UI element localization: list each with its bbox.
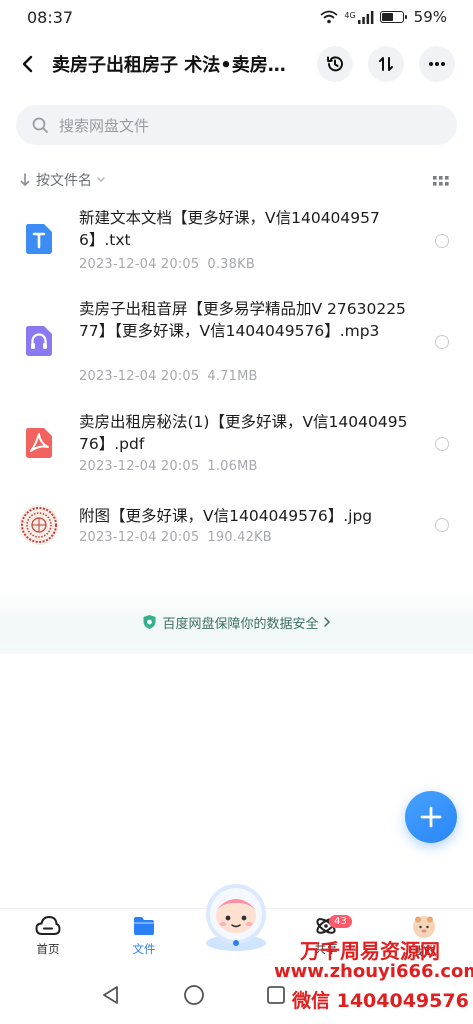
system-home-icon[interactable] — [183, 984, 205, 1006]
battery-percent: 59% — [413, 8, 447, 26]
status-icons: 4G 59% — [320, 8, 447, 26]
file-name: 附图【更多好课，V信1404049576】.jpg — [79, 507, 373, 525]
home-cloud-icon — [35, 915, 61, 935]
add-button[interactable] — [405, 791, 457, 843]
arrow-down-icon — [20, 173, 30, 186]
file-date: 2023-12-04 20:05 — [79, 530, 200, 545]
shield-icon — [143, 615, 156, 629]
chevron-left-icon — [22, 55, 33, 73]
nav-home[interactable]: 首页 — [18, 915, 78, 957]
select-radio[interactable] — [435, 518, 449, 532]
grid-view-button[interactable] — [433, 172, 449, 191]
pdf-file-icon — [26, 428, 52, 458]
select-radio[interactable] — [435, 335, 449, 349]
mascot-astronaut-icon[interactable] — [195, 880, 277, 954]
chevron-down-icon — [97, 177, 105, 183]
file-date: 2023-12-04 20:05 — [79, 257, 200, 272]
sort-by-name-button[interactable]: 按文件名 — [20, 170, 106, 190]
swap-vertical-icon — [379, 57, 393, 71]
file-item-audio[interactable]: 卖房子出租音屏【更多易学精品加V 2763022577】【更多好课，V信1404… — [0, 295, 473, 390]
file-size: 1.06MB — [207, 459, 258, 474]
file-date: 2023-12-04 20:05 — [79, 459, 200, 474]
grid-icon — [433, 176, 449, 186]
back-button[interactable] — [6, 42, 50, 86]
nav-files[interactable]: 文件 — [114, 915, 174, 957]
watermark-line-1: 万千周易资源网 — [300, 939, 440, 963]
history-icon — [327, 56, 343, 72]
status-time: 08:37 — [27, 7, 74, 27]
header: 卖房子出租房子 术法•卖房子出租房子技巧 — [0, 40, 473, 88]
file-item-txt[interactable]: 新建文本文档【更多好课，V信1404049576】.txt 2023-12-04… — [0, 200, 473, 280]
nav-home-label: 首页 — [36, 942, 60, 956]
file-meta: 2023-12-04 20:05 190.42KB — [79, 530, 272, 545]
sort-label: 按文件名 — [36, 173, 92, 189]
file-name: 卖房出租房秘法(1)【更多好课，V信1404049576】.pdf — [79, 413, 408, 453]
select-radio[interactable] — [435, 234, 449, 248]
file-item-image[interactable]: 附图【更多好课，V信1404049576】.jpg 2023-12-04 20:… — [0, 498, 473, 558]
system-back-icon[interactable] — [100, 984, 122, 1006]
battery-icon — [379, 11, 407, 23]
sort-row: 按文件名 — [0, 168, 473, 192]
history-button[interactable] — [317, 46, 353, 82]
image-thumbnail-icon — [19, 505, 59, 545]
page-title: 卖房子出租房子 术法•卖房子出租房子技巧 — [52, 55, 302, 76]
share-badge: 43 — [329, 915, 352, 928]
data-safety-banner[interactable]: 百度网盘保障你的数据安全 — [0, 590, 473, 654]
file-size: 190.42KB — [207, 530, 272, 545]
more-button[interactable] — [419, 46, 455, 82]
signal-icon — [357, 10, 374, 24]
file-name: 新建文本文档【更多好课，V信1404049576】.txt — [79, 209, 380, 249]
search-placeholder: 搜索网盘文件 — [59, 116, 150, 135]
nav-files-label: 文件 — [132, 942, 156, 956]
text-file-icon — [26, 224, 52, 254]
file-size: 0.38KB — [207, 257, 255, 272]
file-size: 4.71MB — [207, 369, 258, 384]
chevron-right-icon — [323, 617, 330, 627]
safety-text: 百度网盘保障你的数据安全 — [162, 616, 319, 632]
wifi-icon — [320, 10, 338, 24]
file-meta: 2023-12-04 20:05 4.71MB — [79, 369, 258, 384]
file-name: 卖房子出租音屏【更多易学精品加V 2763022577】【更多好课，V信1404… — [79, 300, 406, 340]
network-type: 4G — [344, 11, 356, 20]
file-meta: 2023-12-04 20:05 0.38KB — [79, 257, 255, 272]
sort-toggle-button[interactable] — [368, 46, 404, 82]
search-input[interactable]: 搜索网盘文件 — [16, 105, 457, 145]
more-dots-icon — [429, 62, 445, 66]
select-radio[interactable] — [435, 437, 449, 451]
plus-icon — [420, 806, 442, 828]
audio-file-icon — [26, 326, 52, 356]
system-recents-icon[interactable] — [266, 985, 286, 1005]
status-bar: 08:37 4G 59% — [0, 0, 473, 34]
file-date: 2023-12-04 20:05 — [79, 369, 200, 384]
folder-icon — [134, 917, 154, 935]
system-nav-bar — [0, 976, 473, 1024]
file-meta: 2023-12-04 20:05 1.06MB — [79, 459, 258, 474]
file-item-pdf[interactable]: 卖房出租房秘法(1)【更多好课，V信1404049576】.pdf 2023-1… — [0, 405, 473, 480]
search-icon — [32, 117, 48, 133]
